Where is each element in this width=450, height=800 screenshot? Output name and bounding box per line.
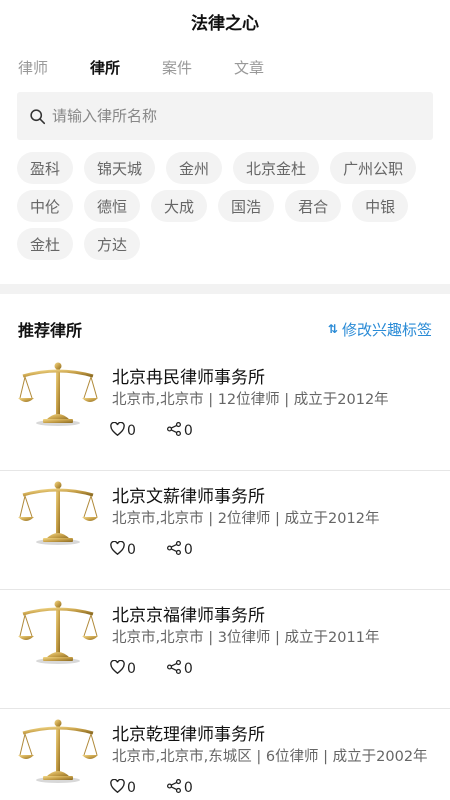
firm-actions: 0 0 [110, 540, 223, 559]
tag-chip[interactable]: 金杜 [17, 228, 74, 260]
heart-icon [110, 659, 127, 678]
heart-icon [110, 778, 127, 797]
firm-name: 北京冉民律师事务所 [112, 368, 265, 388]
firm-actions: 0 0 [110, 421, 223, 440]
firm-meta: 北京市,北京市,东城区 | 6位律师 | 成立于2002年 [112, 749, 428, 765]
tab-cases[interactable]: 案件 [162, 57, 192, 78]
tag-chip[interactable]: 广州公职 [330, 152, 417, 184]
firm-list-item[interactable]: 北京京福律师事务所 北京市,北京市 | 3位律师 | 成立于2011年 0 0 [0, 590, 450, 709]
tab-lawyers[interactable]: 律师 [18, 57, 48, 78]
share-count: 0 [183, 780, 193, 796]
like-count: 0 [127, 542, 136, 558]
share-count: 0 [183, 661, 193, 677]
search-bar[interactable] [17, 92, 433, 140]
scales-of-justice-image [17, 479, 99, 547]
scales-of-justice-image [17, 360, 99, 428]
tag-chip[interactable]: 德恒 [84, 190, 141, 222]
search-icon [30, 108, 46, 124]
like-count: 0 [127, 780, 136, 796]
like-button[interactable]: 0 [110, 778, 136, 797]
share-icon [166, 541, 184, 559]
firm-list-item[interactable]: 北京冉民律师事务所 北京市,北京市 | 12位律师 | 成立于2012年 0 0 [0, 352, 450, 471]
share-icon [166, 422, 184, 440]
tag-chip[interactable]: 锦天城 [84, 152, 156, 184]
firm-actions: 0 0 [110, 778, 223, 797]
app-header: 法律之心 [0, 0, 450, 42]
tag-chip[interactable]: 金州 [166, 152, 223, 184]
heart-icon [110, 540, 127, 559]
page-title: 法律之心 [191, 13, 259, 34]
firm-list-item[interactable]: 北京文薪律师事务所 北京市,北京市 | 2位律师 | 成立于2012年 0 0 [0, 471, 450, 590]
firm-name: 北京京福律师事务所 [112, 606, 265, 626]
share-count: 0 [183, 542, 193, 558]
like-count: 0 [127, 423, 136, 439]
share-button[interactable]: 0 [166, 779, 193, 797]
firm-list: 北京冉民律师事务所 北京市,北京市 | 12位律师 | 成立于2012年 0 0… [0, 352, 450, 800]
tag-chip[interactable]: 中伦 [17, 190, 74, 222]
tag-chip[interactable]: 盈科 [17, 152, 74, 184]
firm-meta: 北京市,北京市 | 12位律师 | 成立于2012年 [112, 392, 389, 408]
share-button[interactable]: 0 [166, 422, 193, 440]
recommend-title: 推荐律所 [18, 321, 83, 340]
like-count: 0 [127, 661, 136, 677]
recommend-header: 推荐律所 ⇅ 修改兴趣标签 [0, 312, 450, 346]
tag-chip[interactable]: 国浩 [218, 190, 275, 222]
tab-law-firms[interactable]: 律所 [90, 57, 120, 78]
share-icon [166, 660, 184, 678]
tag-list: 盈科 锦天城 金州 北京金杜 广州公职中伦 德恒 大成 国浩 君合 中银金杜 方达 [0, 140, 450, 266]
firm-meta: 北京市,北京市 | 2位律师 | 成立于2012年 [112, 511, 380, 527]
share-icon [166, 779, 184, 797]
share-button[interactable]: 0 [166, 660, 193, 678]
sort-icon: ⇅ [327, 322, 338, 336]
tag-chip[interactable]: 北京金杜 [233, 152, 320, 184]
scales-of-justice-image [17, 598, 99, 666]
firm-meta: 北京市,北京市 | 3位律师 | 成立于2011年 [112, 630, 380, 646]
firm-actions: 0 0 [110, 659, 223, 678]
edit-interest-tags-button[interactable]: ⇅ 修改兴趣标签 [328, 319, 432, 340]
scales-of-justice-image [17, 717, 99, 785]
tab-articles[interactable]: 文章 [234, 57, 264, 78]
firm-name: 北京乾理律师事务所 [112, 725, 265, 745]
search-input[interactable] [52, 107, 412, 125]
section-divider [0, 284, 450, 294]
like-button[interactable]: 0 [110, 659, 136, 678]
heart-icon [110, 421, 127, 440]
tag-chip[interactable]: 方达 [84, 228, 141, 260]
tag-chip[interactable]: 君合 [285, 190, 342, 222]
like-button[interactable]: 0 [110, 421, 136, 440]
firm-name: 北京文薪律师事务所 [112, 487, 265, 507]
like-button[interactable]: 0 [110, 540, 136, 559]
firm-list-item[interactable]: 北京乾理律师事务所 北京市,北京市,东城区 | 6位律师 | 成立于2002年 … [0, 709, 450, 800]
tag-chip[interactable]: 大成 [151, 190, 208, 222]
share-count: 0 [183, 423, 193, 439]
share-button[interactable]: 0 [166, 541, 193, 559]
edit-interest-tags-label: 修改兴趣标签 [341, 320, 432, 339]
tag-chip[interactable]: 中银 [352, 190, 409, 222]
tab-bar: 律师 律所 案件 文章 [0, 42, 450, 92]
